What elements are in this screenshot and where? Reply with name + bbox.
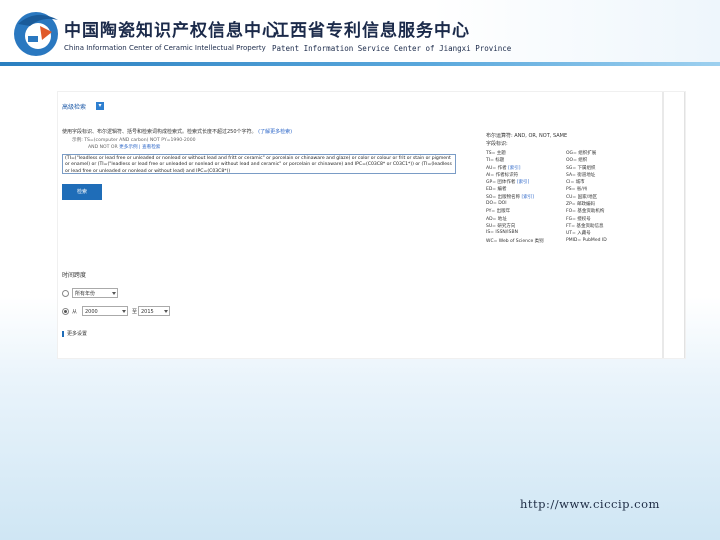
- field-tag: PY= 出版年: [486, 209, 511, 215]
- field-tag: ZP= 邮政编码: [566, 202, 595, 208]
- header-divider: [0, 62, 720, 66]
- field-tag-row: IS= ISSN/ISBN UT= 入藏号: [486, 230, 626, 237]
- boolean-ops-inline: AND NOT OR: [88, 145, 120, 150]
- field-tag: GP= 团体作者: [486, 180, 516, 186]
- learn-more-link[interactable]: (了解更多检索): [258, 129, 292, 135]
- to-year-value: 2015: [141, 309, 154, 315]
- field-tag: CU= 国家/地区: [566, 194, 598, 200]
- field-tag: WC= Web of Science 类别: [486, 238, 544, 244]
- org1-name-en: China Information Center of Ceramic Inte…: [64, 44, 266, 52]
- search-button[interactable]: 检索: [62, 184, 102, 200]
- search-example-sub: AND NOT OR 更多示例 | 查看检索: [88, 144, 160, 150]
- field-tag-row: GP= 团体作者 [索引] CI= 城市: [486, 179, 626, 186]
- org1-name-cn: 中国陶瓷知识产权信息中心: [64, 21, 280, 41]
- radio-all-years[interactable]: [62, 290, 69, 297]
- more-examples-link[interactable]: 更多示例 | 查看检索: [119, 145, 160, 150]
- field-tag: FO= 基金资助机构: [566, 209, 605, 215]
- field-tag-row: TS= 主题 OG= 组织扩展: [486, 150, 626, 157]
- field-tag: TI= 标题: [486, 158, 505, 164]
- field-tag-row: WC= Web of Science 类别 PMID= PubMed ID: [486, 238, 626, 245]
- panel-scrollbar[interactable]: [662, 92, 664, 358]
- field-tag: SA= 街道地址: [566, 172, 596, 178]
- field-tag-row: AI= 作者标识符 SA= 街道地址: [486, 172, 626, 179]
- org2-name-cn: 江西省专利信息服务中心: [272, 21, 470, 41]
- field-tag-row: SO= 出版物名称 [索引] CU= 国家/地区: [486, 194, 626, 201]
- field-tag: AD= 地址: [486, 216, 507, 222]
- all-years-value: 所有年份: [75, 291, 96, 297]
- radio-year-range[interactable]: [62, 308, 69, 315]
- from-year-select[interactable]: 2000: [82, 306, 128, 316]
- header-banner: 中国陶瓷知识产权信息中心 China Information Center of…: [0, 0, 720, 66]
- more-settings-label: 更多设置: [67, 331, 88, 337]
- to-year-select[interactable]: 2015: [138, 306, 170, 316]
- field-tag: OG= 组织扩展: [566, 151, 597, 156]
- from-year-value: 2000: [85, 309, 98, 315]
- field-tag: UT= 入藏号: [566, 231, 591, 237]
- mode-dropdown-icon[interactable]: ▾: [96, 102, 104, 110]
- field-tag: AI= 作者标识符: [486, 172, 519, 178]
- field-tag-row: PY= 出版年 FO= 基金资助机构: [486, 208, 626, 215]
- field-tag: PS= 省/州: [566, 187, 588, 193]
- field-tag: SG= 下属组织: [566, 165, 596, 171]
- search-mode-label[interactable]: 高级检索: [62, 102, 86, 111]
- boolean-operators: 布尔运算符: AND, OR, NOT, SAME: [486, 133, 568, 139]
- expand-marker-icon: [62, 330, 64, 337]
- index-link[interactable]: [索引]: [517, 180, 530, 185]
- chevron-down-icon: [122, 310, 126, 313]
- index-link[interactable]: [索引]: [508, 166, 521, 171]
- field-tag-row: AD= 地址 FG= 授权号: [486, 216, 626, 223]
- field-tags-heading: 字段标识:: [486, 141, 508, 147]
- search-hint-text: 使用字段标识、布尔逻辑符、括号和检索词构成检索式。检索式长度不超过250个字符。: [62, 129, 257, 135]
- field-tag: ED= 编者: [486, 187, 507, 193]
- field-tag: AU= 作者: [486, 165, 507, 171]
- field-tag: TS= 主题: [486, 151, 506, 156]
- field-tag: FG= 授权号: [566, 216, 591, 222]
- field-tag: SO= 出版物名称: [486, 194, 521, 200]
- chevron-down-icon: [164, 310, 168, 313]
- chevron-down-icon: [112, 292, 116, 295]
- index-link[interactable]: [索引]: [522, 195, 535, 200]
- field-tag: FT= 基金资助信息: [566, 223, 604, 229]
- query-textarea[interactable]: (TI=("leadless or lead free or unleaded …: [62, 154, 456, 174]
- from-label: 从: [72, 309, 78, 315]
- field-tags-list: TS= 主题 OG= 组织扩展 TI= 标题 OO= 组织 AU= 作者 [索引…: [486, 150, 626, 245]
- org2-name-en: Patent Information Service Center of Jia…: [272, 44, 512, 53]
- field-tag: PMID= PubMed ID: [566, 237, 607, 243]
- to-label: 至: [132, 309, 138, 315]
- field-tag: DO= DOI: [486, 201, 507, 207]
- center-logo: [14, 12, 58, 56]
- more-settings-toggle[interactable]: 更多设置: [62, 330, 87, 337]
- field-tag-row: TI= 标题 OO= 组织: [486, 157, 626, 164]
- field-tag: OO= 组织: [566, 158, 588, 164]
- field-tag-row: DO= DOI ZP= 邮政编码: [486, 201, 626, 208]
- search-example: 示例: TS=(computer AND carbon) NOT PY=1990…: [72, 138, 196, 143]
- all-years-select[interactable]: 所有年份: [72, 288, 118, 298]
- footer-url: http://www.ciccip.com: [520, 497, 660, 511]
- search-hint: 使用字段标识、布尔逻辑符、括号和检索词构成检索式。检索式长度不超过250个字符。…: [62, 128, 292, 135]
- field-tag: CI= 城市: [566, 180, 585, 186]
- field-tag-row: ED= 编者 PS= 省/州: [486, 186, 626, 193]
- field-tag: SU= 研究方向: [486, 223, 516, 229]
- timespan-heading: 时间跨度: [62, 272, 87, 279]
- field-tag: IS= ISSN/ISBN: [486, 230, 518, 236]
- advanced-search-screenshot: 高级检索 ▾ 使用字段标识、布尔逻辑符、括号和检索词构成检索式。检索式长度不超过…: [58, 92, 685, 358]
- field-tag-row: AU= 作者 [索引] SG= 下属组织: [486, 165, 626, 172]
